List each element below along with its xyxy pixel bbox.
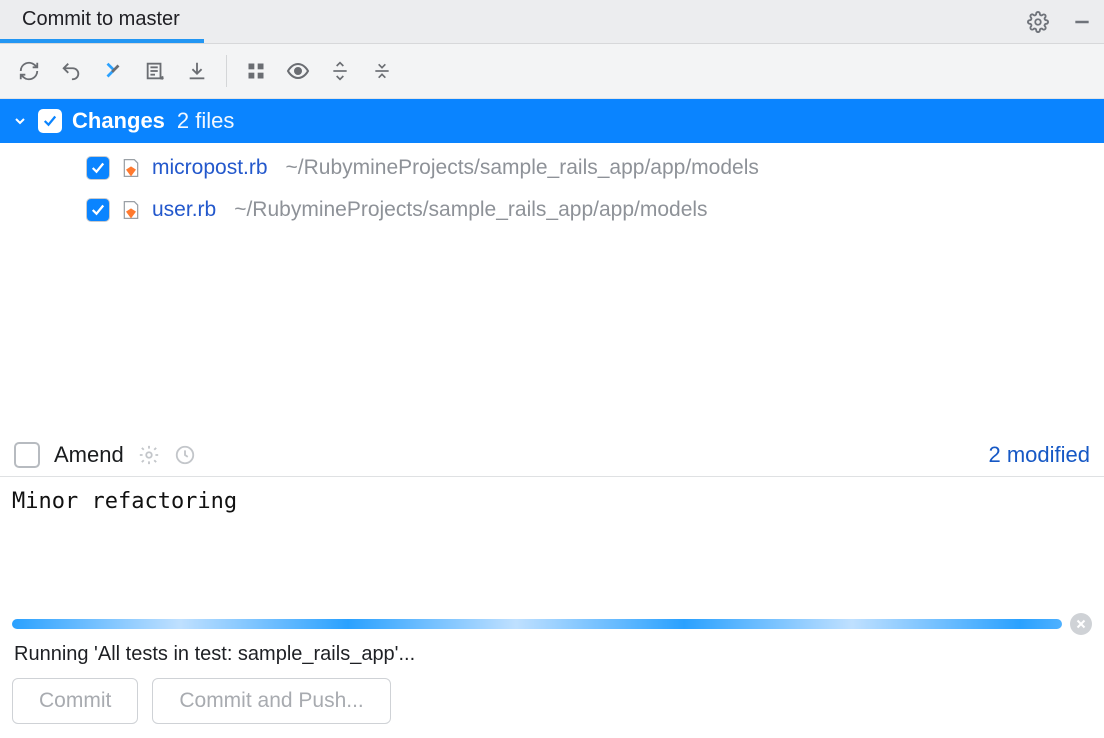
- changes-group-row[interactable]: Changes 2 files: [0, 99, 1104, 143]
- commit-tool-window: Commit to master: [0, 0, 1104, 738]
- minimize-icon[interactable]: [1060, 0, 1104, 43]
- tab-title: Commit to master: [22, 8, 180, 31]
- file-row[interactable]: user.rb ~/RubymineProjects/sample_rails_…: [0, 189, 1104, 231]
- toolbar-separator: [226, 55, 227, 87]
- group-checkbox[interactable]: [38, 109, 62, 133]
- commit-buttons: Commit Commit and Push...: [0, 678, 1104, 738]
- toolbar: [0, 44, 1104, 99]
- file-name: micropost.rb: [152, 156, 268, 180]
- changes-group-label: Changes: [72, 108, 165, 134]
- file-row[interactable]: micropost.rb ~/RubymineProjects/sample_r…: [0, 147, 1104, 189]
- changes-count-label: 2 files: [177, 108, 234, 134]
- file-path: ~/RubymineProjects/sample_rails_app/app/…: [234, 198, 707, 222]
- options-gear-icon[interactable]: [138, 444, 160, 466]
- commit-message-input[interactable]: [0, 477, 1104, 607]
- file-list: micropost.rb ~/RubymineProjects/sample_r…: [0, 143, 1104, 243]
- progress-row: [0, 607, 1104, 637]
- commit-and-push-button[interactable]: Commit and Push...: [152, 678, 390, 724]
- diff-icon[interactable]: [94, 52, 132, 90]
- collapse-all-icon[interactable]: [363, 52, 401, 90]
- amend-checkbox[interactable]: [14, 442, 40, 468]
- file-checkbox[interactable]: [86, 198, 110, 222]
- commit-options-row: Amend 2 modified: [0, 433, 1104, 477]
- file-path: ~/RubymineProjects/sample_rails_app/app/…: [286, 156, 759, 180]
- ruby-file-icon: [120, 157, 142, 179]
- preview-diff-icon[interactable]: [279, 52, 317, 90]
- progress-bar: [12, 619, 1062, 629]
- file-checkbox[interactable]: [86, 156, 110, 180]
- ruby-file-icon: [120, 199, 142, 221]
- group-by-icon[interactable]: [237, 52, 275, 90]
- file-name: user.rb: [152, 198, 216, 222]
- commit-button[interactable]: Commit: [12, 678, 138, 724]
- rollback-icon[interactable]: [52, 52, 90, 90]
- expand-all-icon[interactable]: [321, 52, 359, 90]
- chevron-down-icon[interactable]: [12, 113, 28, 129]
- modified-summary-link[interactable]: 2 modified: [988, 442, 1090, 468]
- shelve-icon[interactable]: [178, 52, 216, 90]
- history-icon[interactable]: [174, 444, 196, 466]
- amend-label: Amend: [54, 442, 124, 468]
- tab-commit[interactable]: Commit to master: [0, 0, 204, 43]
- refresh-icon[interactable]: [10, 52, 48, 90]
- changes-tree: Changes 2 files micropost.rb ~/RubymineP…: [0, 99, 1104, 243]
- tabbar: Commit to master: [0, 0, 1104, 44]
- progress-status-label: Running 'All tests in test: sample_rails…: [0, 637, 1104, 678]
- changelist-icon[interactable]: [136, 52, 174, 90]
- gear-icon[interactable]: [1016, 0, 1060, 43]
- cancel-progress-icon[interactable]: [1070, 613, 1092, 635]
